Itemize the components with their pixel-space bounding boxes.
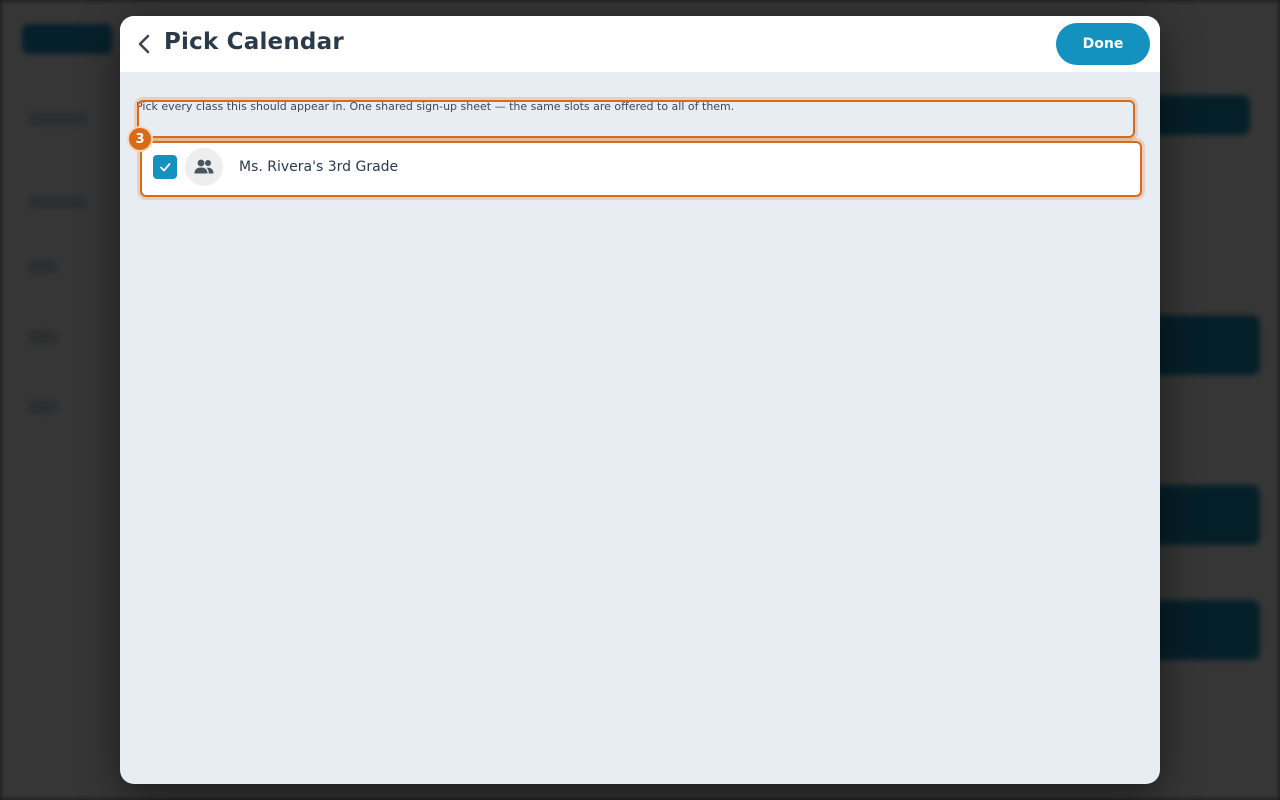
calendar-item[interactable]: Ms. Rivera's 3rd Grade (140, 141, 1142, 197)
checkmark-icon (160, 163, 171, 172)
step-badge: 3 (127, 126, 153, 152)
group-icon (185, 148, 223, 186)
chevron-left-icon (138, 34, 150, 54)
back-button[interactable] (128, 28, 160, 60)
pick-calendar-modal: Pick Calendar Done Pick every class this… (120, 16, 1160, 784)
modal-title: Pick Calendar (164, 29, 344, 55)
modal-header: Pick Calendar Done (120, 16, 1160, 72)
done-button[interactable]: Done (1056, 23, 1150, 65)
calendar-checkbox[interactable] (153, 155, 177, 179)
helper-text: Pick every class this should appear in. … (136, 100, 735, 113)
calendar-name: Ms. Rivera's 3rd Grade (239, 159, 399, 175)
